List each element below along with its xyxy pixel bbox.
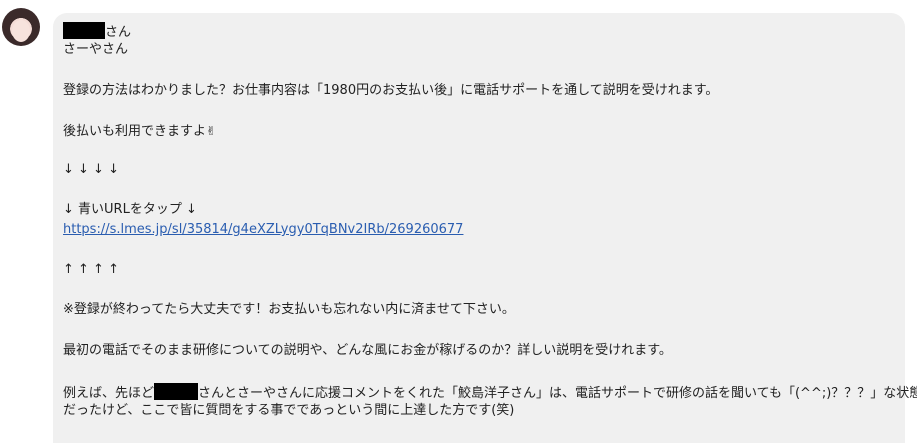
recipient-line-2: さーやさん	[63, 42, 129, 57]
message-paragraph-1: 登録の方法はわかりました？お仕事内容は「1980円のお支払い後」に電話サポートを…	[63, 83, 719, 98]
message-paragraph-2: 後払いも利用できますよ✌	[63, 124, 217, 139]
message-explain: 最初の電話でそのまま研修についての説明や、どんな風にお金が稼げるのか？詳しい説明…	[63, 343, 672, 358]
redacted-name	[154, 383, 199, 400]
arrows-up: ↑ ↑ ↑ ↑	[63, 262, 119, 277]
message-example-line-2: だったけど、ここで皆に質問をする事でであっという間に上達した方です(笑)	[63, 403, 515, 418]
tap-instruction: ↓ 青いURLをタップ ↓	[63, 202, 197, 217]
url-line: https://s.lmes.jp/sl/35814/g4eXZLygy0TqB…	[63, 222, 463, 238]
redacted-name	[63, 22, 105, 39]
recipient-line: さん	[63, 22, 131, 41]
avatar[interactable]	[2, 8, 40, 46]
arrows-down: ↓ ↓ ↓ ↓	[63, 162, 119, 177]
message-note: ※登録が終わってたら大丈夫です！お支払いも忘れない内に済ませて下さい。	[63, 302, 515, 317]
registration-link[interactable]: https://s.lmes.jp/sl/35814/g4eXZLygy0TqB…	[63, 222, 463, 237]
victory-hand-icon: ✌	[206, 124, 217, 138]
message-example-line-1: 例えば、先ほど さんとさーやさんに応援コメントをくれた「鮫島洋子さん」は、電話サポ…	[63, 383, 917, 402]
